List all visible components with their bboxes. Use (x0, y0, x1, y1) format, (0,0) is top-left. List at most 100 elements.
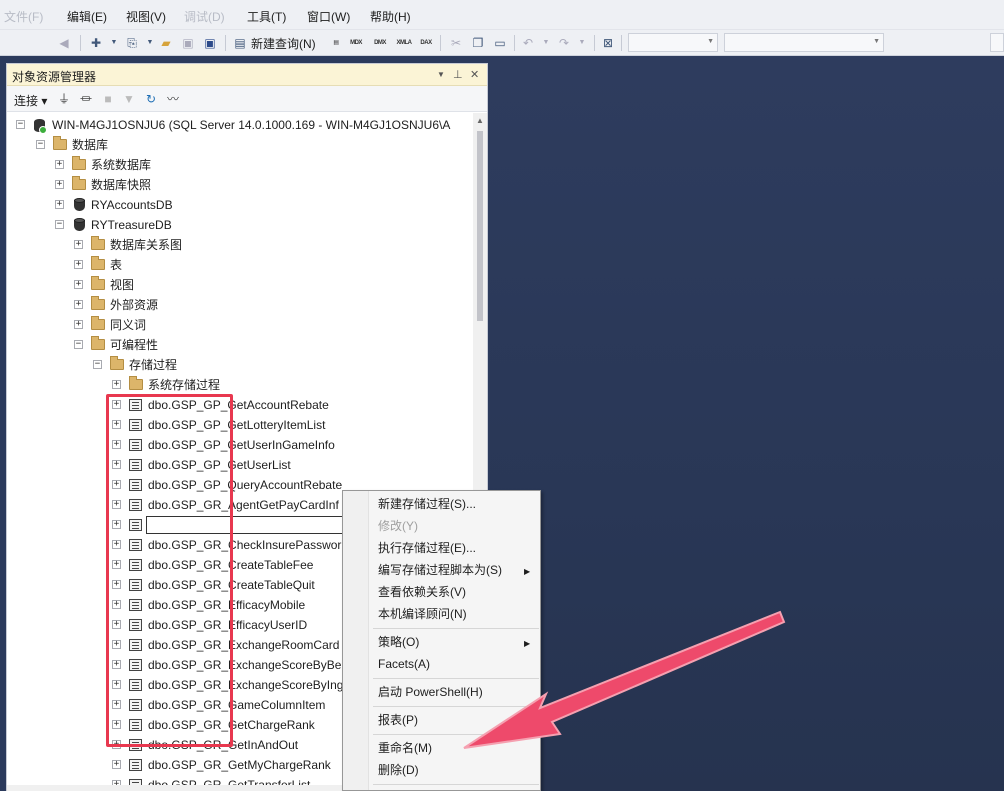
mdx-query-icon[interactable]: MDX (348, 35, 364, 51)
find-dropdown[interactable] (990, 33, 1004, 52)
dropdown-icon[interactable]: ▼ (574, 35, 590, 51)
scroll-thumb[interactable] (477, 131, 483, 321)
cut-icon[interactable]: ✂ (448, 35, 464, 51)
folder-icon (110, 356, 124, 370)
menu-reports[interactable]: 报表(P) (378, 710, 418, 730)
expand-icon[interactable]: + (55, 180, 64, 189)
new-query-button[interactable]: 新建查询(N) (251, 35, 316, 52)
menu-view[interactable]: 视图(V) (126, 8, 166, 25)
collapse-icon[interactable]: − (36, 140, 45, 149)
toolbar-separator (80, 35, 81, 51)
copy-icon[interactable]: ❐ (470, 35, 486, 51)
collapse-icon[interactable]: − (93, 360, 102, 369)
new-file-icon[interactable]: ⎘ (124, 35, 140, 51)
dropdown-icon[interactable]: ▼ (142, 35, 158, 51)
connect-button[interactable]: 连接 ▾ (14, 92, 47, 109)
new-query-icon[interactable]: ▤ (232, 35, 248, 51)
tables-label: 表 (110, 258, 123, 272)
expand-icon[interactable]: + (112, 380, 121, 389)
properties-window-icon[interactable]: ⊠ (600, 35, 616, 51)
xmla-query-icon[interactable]: XMLA (396, 35, 413, 51)
object-explorer-title: 对象资源管理器 (12, 70, 97, 84)
dropdown-icon[interactable]: ▼ (538, 35, 554, 51)
menu-new-stored-procedure[interactable]: 新建存储过程(S)... (378, 494, 476, 514)
views-label: 视图 (110, 278, 135, 292)
object-explorer-titlebar: 对象资源管理器 ▼ ⊥ ✕ (7, 64, 487, 86)
expand-icon[interactable]: + (74, 260, 83, 269)
annotation-arrow-shape (463, 610, 786, 749)
menu-modify[interactable]: 修改(Y) (378, 516, 418, 536)
database-icon (74, 198, 85, 212)
expand-icon[interactable]: + (74, 280, 83, 289)
expand-icon[interactable]: + (112, 760, 121, 769)
submenu-arrow-icon: ▶ (524, 567, 531, 576)
window-position-icon[interactable]: ▼ (437, 70, 445, 79)
toolbar-separator (440, 35, 441, 51)
connect-plug-icon[interactable]: ⏚ (57, 91, 71, 107)
toolbar-separator (594, 35, 595, 51)
collapse-icon[interactable]: − (16, 120, 25, 129)
server-label: WIN-M4GJ1OSNJU6 (SQL Server 14.0.1000.16… (52, 118, 451, 132)
ryaccountsdb-label: RYAccountsDB (91, 198, 173, 212)
new-project-icon[interactable]: ✚ (88, 35, 104, 51)
menu-help[interactable]: 帮助(H) (370, 8, 411, 25)
dropdown-icon[interactable]: ▼ (106, 35, 122, 51)
system-databases-label: 系统数据库 (91, 158, 152, 172)
query-icon[interactable]: ▤ (328, 35, 344, 51)
databases-label: 数据库 (72, 138, 109, 152)
filter-icon[interactable]: ▼ (122, 91, 136, 107)
folder-icon (91, 316, 105, 330)
menu-view-dependencies[interactable]: 查看依赖关系(V) (378, 582, 466, 602)
paste-icon[interactable]: ▭ (492, 35, 508, 51)
undo-icon[interactable]: ↶ (520, 35, 536, 51)
main-toolbar: ◀ ✚ ▼ ⎘ ▼ ▰ ▣ ▣ ▤ 新建查询(N) ▤ MDX DMX XMLA… (0, 30, 1004, 56)
pin-icon[interactable]: ⊥ (453, 68, 463, 81)
programmability-label: 可编程性 (110, 338, 159, 352)
menu-policies[interactable]: 策略(O) (378, 632, 419, 652)
expand-icon[interactable]: + (74, 240, 83, 249)
menu-execute-stored-procedure[interactable]: 执行存储过程(E)... (378, 538, 476, 558)
collapse-icon[interactable]: − (74, 340, 83, 349)
solution-platform-dropdown[interactable]: ▼ (724, 33, 884, 52)
menu-edit[interactable]: 编辑(E) (67, 8, 107, 25)
stop-icon[interactable]: ■ (101, 91, 115, 107)
expand-icon[interactable]: + (74, 320, 83, 329)
open-folder-icon[interactable]: ▰ (158, 35, 174, 51)
menu-window[interactable]: 窗口(W) (307, 8, 350, 25)
solution-config-dropdown[interactable]: ▼ (628, 33, 718, 52)
folder-icon (53, 136, 67, 150)
folder-icon (91, 236, 105, 250)
refresh-icon[interactable]: ↻ (144, 91, 158, 107)
folder-icon (91, 336, 105, 350)
expand-icon[interactable]: + (55, 200, 64, 209)
collapse-icon[interactable]: − (55, 220, 64, 229)
tree-node-server[interactable]: − WIN-M4GJ1OSNJU6 (SQL Server 14.0.1000.… (7, 115, 473, 135)
activity-monitor-icon[interactable]: 〰 (166, 91, 180, 107)
menu-facets[interactable]: Facets(A) (378, 654, 430, 674)
dmx-query-icon[interactable]: DMX (372, 35, 388, 51)
stored-procedures-label: 存储过程 (129, 358, 178, 372)
expand-icon[interactable]: + (74, 300, 83, 309)
save-all-icon[interactable]: ▣ (202, 35, 218, 51)
save-icon[interactable]: ▣ (180, 35, 196, 51)
highlight-annotation-box (106, 394, 233, 747)
menu-debug[interactable]: 调试(D) (184, 8, 225, 25)
redo-icon[interactable]: ↷ (556, 35, 572, 51)
menu-rename[interactable]: 重命名(M) (378, 738, 432, 758)
dax-query-icon[interactable]: DAX (418, 35, 434, 51)
menu-tools[interactable]: 工具(T) (247, 8, 286, 25)
menu-script-as[interactable]: 编写存储过程脚本为(S) (378, 560, 502, 580)
synonyms-label: 同义词 (110, 318, 147, 332)
close-icon[interactable]: ✕ (470, 68, 479, 81)
disconnect-icon[interactable]: ⏛ (79, 91, 93, 107)
menu-file[interactable]: 文件(F) (4, 8, 43, 25)
menu-delete[interactable]: 删除(D) (378, 760, 419, 780)
folder-icon (129, 376, 143, 390)
expand-icon[interactable]: + (55, 160, 64, 169)
db-diagrams-label: 数据库关系图 (110, 238, 183, 252)
scroll-up-icon[interactable]: ▲ (476, 116, 484, 125)
server-icon (34, 118, 47, 134)
stored-procedure-label: dbo.GSP_GR_GetMyChargeRank (148, 758, 331, 772)
back-icon[interactable]: ◀ (56, 35, 72, 51)
toolbar-separator (621, 35, 622, 51)
